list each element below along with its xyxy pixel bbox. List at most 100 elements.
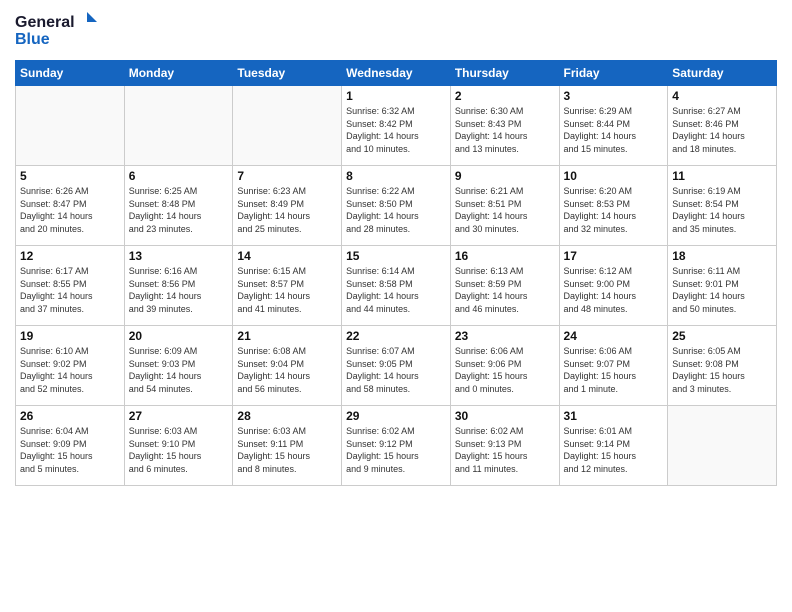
day-number: 28 (237, 409, 337, 423)
calendar-cell: 11Sunrise: 6:19 AM Sunset: 8:54 PM Dayli… (668, 166, 777, 246)
calendar-weekday-wednesday: Wednesday (342, 61, 451, 86)
day-number: 3 (564, 89, 664, 103)
day-number: 18 (672, 249, 772, 263)
calendar-cell (16, 86, 125, 166)
calendar-weekday-tuesday: Tuesday (233, 61, 342, 86)
calendar-week-row: 1 Sunrise: 6:32 AM Sunset: 8:42 PM Daylig… (16, 86, 777, 166)
day-number: 7 (237, 169, 337, 183)
calendar-cell: 31Sunrise: 6:01 AM Sunset: 9:14 PM Dayli… (559, 406, 668, 486)
calendar-cell: 8 Sunrise: 6:22 AM Sunset: 8:50 PM Daylig… (342, 166, 451, 246)
day-info: Sunrise: 6:08 AM Sunset: 9:04 PM Dayligh… (237, 345, 337, 395)
calendar-cell: 1 Sunrise: 6:32 AM Sunset: 8:42 PM Daylig… (342, 86, 451, 166)
calendar-header-row: SundayMondayTuesdayWednesdayThursdayFrid… (16, 61, 777, 86)
day-number: 15 (346, 249, 446, 263)
day-info: Sunrise: 6:21 AM Sunset: 8:51 PM Dayligh… (455, 185, 555, 235)
day-number: 8 (346, 169, 446, 183)
calendar-cell: 3 Sunrise: 6:29 AM Sunset: 8:44 PM Daylig… (559, 86, 668, 166)
day-info: Sunrise: 6:04 AM Sunset: 9:09 PM Dayligh… (20, 425, 120, 475)
day-number: 27 (129, 409, 229, 423)
day-info: Sunrise: 6:06 AM Sunset: 9:07 PM Dayligh… (564, 345, 664, 395)
calendar-cell: 13 Sunrise: 6:16 AM Sunset: 8:56 PM Dayli… (124, 246, 233, 326)
day-info: Sunrise: 6:30 AM Sunset: 8:43 PM Dayligh… (455, 105, 555, 155)
calendar-cell: 15 Sunrise: 6:14 AM Sunset: 8:58 PM Dayli… (342, 246, 451, 326)
day-info: Sunrise: 6:29 AM Sunset: 8:44 PM Dayligh… (564, 105, 664, 155)
day-number: 5 (20, 169, 120, 183)
calendar-cell: 7Sunrise: 6:23 AM Sunset: 8:49 PM Daylig… (233, 166, 342, 246)
calendar-weekday-saturday: Saturday (668, 61, 777, 86)
day-info: Sunrise: 6:06 AM Sunset: 9:06 PM Dayligh… (455, 345, 555, 395)
calendar-cell: 24 Sunrise: 6:06 AM Sunset: 9:07 PM Dayli… (559, 326, 668, 406)
day-info: Sunrise: 6:01 AM Sunset: 9:14 PM Dayligh… (564, 425, 664, 475)
day-number: 22 (346, 329, 446, 343)
calendar-cell: 16 Sunrise: 6:13 AM Sunset: 8:59 PM Dayli… (450, 246, 559, 326)
calendar-weekday-sunday: Sunday (16, 61, 125, 86)
day-number: 4 (672, 89, 772, 103)
calendar-cell: 29 Sunrise: 6:02 AM Sunset: 9:12 PM Dayli… (342, 406, 451, 486)
page: GeneralBlue SundayMondayTuesdayWednesday… (0, 0, 792, 612)
day-info: Sunrise: 6:16 AM Sunset: 8:56 PM Dayligh… (129, 265, 229, 315)
calendar-cell: 28 Sunrise: 6:03 AM Sunset: 9:11 PM Dayli… (233, 406, 342, 486)
calendar-week-row: 5 Sunrise: 6:26 AM Sunset: 8:47 PM Daylig… (16, 166, 777, 246)
day-info: Sunrise: 6:02 AM Sunset: 9:12 PM Dayligh… (346, 425, 446, 475)
day-info: Sunrise: 6:20 AM Sunset: 8:53 PM Dayligh… (564, 185, 664, 235)
day-number: 1 (346, 89, 446, 103)
day-number: 6 (129, 169, 229, 183)
calendar-cell: 12 Sunrise: 6:17 AM Sunset: 8:55 PM Dayli… (16, 246, 125, 326)
day-info: Sunrise: 6:10 AM Sunset: 9:02 PM Dayligh… (20, 345, 120, 395)
calendar-cell (124, 86, 233, 166)
logo: GeneralBlue (15, 10, 105, 50)
day-number: 2 (455, 89, 555, 103)
day-number: 16 (455, 249, 555, 263)
day-info: Sunrise: 6:03 AM Sunset: 9:11 PM Dayligh… (237, 425, 337, 475)
day-info: Sunrise: 6:27 AM Sunset: 8:46 PM Dayligh… (672, 105, 772, 155)
logo-svg: GeneralBlue (15, 10, 105, 50)
calendar-cell: 19 Sunrise: 6:10 AM Sunset: 9:02 PM Dayli… (16, 326, 125, 406)
day-info: Sunrise: 6:17 AM Sunset: 8:55 PM Dayligh… (20, 265, 120, 315)
calendar-week-row: 19 Sunrise: 6:10 AM Sunset: 9:02 PM Dayli… (16, 326, 777, 406)
day-number: 19 (20, 329, 120, 343)
day-number: 25 (672, 329, 772, 343)
svg-text:Blue: Blue (15, 31, 50, 48)
calendar-cell: 5 Sunrise: 6:26 AM Sunset: 8:47 PM Daylig… (16, 166, 125, 246)
calendar-cell: 22 Sunrise: 6:07 AM Sunset: 9:05 PM Dayli… (342, 326, 451, 406)
calendar-cell: 17 Sunrise: 6:12 AM Sunset: 9:00 PM Dayli… (559, 246, 668, 326)
calendar-cell: 4 Sunrise: 6:27 AM Sunset: 8:46 PM Daylig… (668, 86, 777, 166)
day-number: 17 (564, 249, 664, 263)
calendar-week-row: 12 Sunrise: 6:17 AM Sunset: 8:55 PM Dayli… (16, 246, 777, 326)
day-number: 9 (455, 169, 555, 183)
svg-text:General: General (15, 14, 75, 31)
day-number: 29 (346, 409, 446, 423)
day-number: 21 (237, 329, 337, 343)
day-number: 11 (672, 169, 772, 183)
day-info: Sunrise: 6:32 AM Sunset: 8:42 PM Dayligh… (346, 105, 446, 155)
day-number: 23 (455, 329, 555, 343)
day-number: 13 (129, 249, 229, 263)
day-info: Sunrise: 6:12 AM Sunset: 9:00 PM Dayligh… (564, 265, 664, 315)
day-number: 20 (129, 329, 229, 343)
day-info: Sunrise: 6:22 AM Sunset: 8:50 PM Dayligh… (346, 185, 446, 235)
day-number: 30 (455, 409, 555, 423)
day-info: Sunrise: 6:15 AM Sunset: 8:57 PM Dayligh… (237, 265, 337, 315)
day-number: 14 (237, 249, 337, 263)
calendar-table: SundayMondayTuesdayWednesdayThursdayFrid… (15, 60, 777, 486)
calendar-cell: 26 Sunrise: 6:04 AM Sunset: 9:09 PM Dayli… (16, 406, 125, 486)
calendar-cell: 18Sunrise: 6:11 AM Sunset: 9:01 PM Dayli… (668, 246, 777, 326)
header: GeneralBlue (15, 10, 777, 50)
calendar-cell: 14 Sunrise: 6:15 AM Sunset: 8:57 PM Dayli… (233, 246, 342, 326)
day-info: Sunrise: 6:26 AM Sunset: 8:47 PM Dayligh… (20, 185, 120, 235)
calendar-cell: 6Sunrise: 6:25 AM Sunset: 8:48 PM Daylig… (124, 166, 233, 246)
calendar-cell: 21 Sunrise: 6:08 AM Sunset: 9:04 PM Dayli… (233, 326, 342, 406)
day-number: 26 (20, 409, 120, 423)
calendar-weekday-thursday: Thursday (450, 61, 559, 86)
calendar-cell (233, 86, 342, 166)
day-number: 12 (20, 249, 120, 263)
day-info: Sunrise: 6:14 AM Sunset: 8:58 PM Dayligh… (346, 265, 446, 315)
calendar-cell: 23 Sunrise: 6:06 AM Sunset: 9:06 PM Dayli… (450, 326, 559, 406)
day-info: Sunrise: 6:05 AM Sunset: 9:08 PM Dayligh… (672, 345, 772, 395)
day-info: Sunrise: 6:07 AM Sunset: 9:05 PM Dayligh… (346, 345, 446, 395)
calendar-cell: 27Sunrise: 6:03 AM Sunset: 9:10 PM Dayli… (124, 406, 233, 486)
calendar-cell: 2 Sunrise: 6:30 AM Sunset: 8:43 PM Daylig… (450, 86, 559, 166)
day-number: 24 (564, 329, 664, 343)
day-info: Sunrise: 6:13 AM Sunset: 8:59 PM Dayligh… (455, 265, 555, 315)
calendar-cell: 25 Sunrise: 6:05 AM Sunset: 9:08 PM Dayli… (668, 326, 777, 406)
